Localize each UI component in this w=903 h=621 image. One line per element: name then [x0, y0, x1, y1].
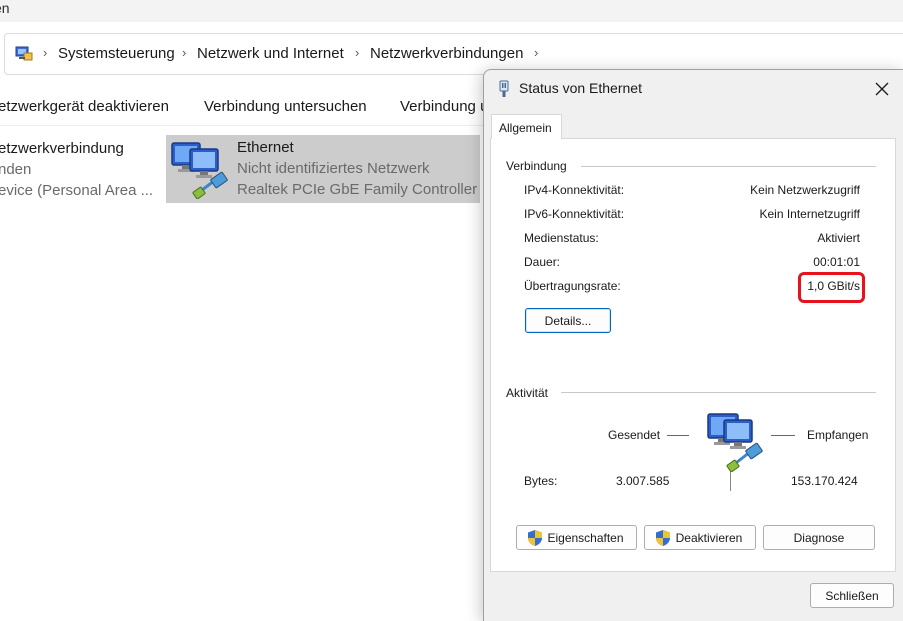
group-divider [581, 166, 876, 167]
bytes-sent-value: 3.007.585 [616, 474, 670, 488]
breadcrumb-netzwerk-und-internet[interactable]: Netzwerk und Internet [197, 45, 344, 62]
title-strip-text: en [0, 0, 10, 16]
network-activity-icon [702, 408, 768, 473]
disable-button[interactable]: Deaktivieren [644, 525, 756, 550]
dialog-title: Status von Ethernet [519, 80, 642, 96]
ethernet-network-status: Nicht identifiziertes Netzwerk [237, 160, 430, 177]
sent-label: Gesendet [608, 428, 661, 442]
speed-highlight-box [798, 272, 865, 303]
sent-line [667, 435, 689, 436]
ethernet-adapter-name: Realtek PCIe GbE Family Controller [237, 181, 478, 198]
command-connection-more[interactable]: Verbindung u [400, 98, 488, 115]
speed-label: Übertragungsrate: [524, 279, 621, 293]
properties-label: Eigenschaften [547, 531, 624, 545]
ethernet-name: Ethernet [237, 139, 294, 156]
duration-label: Dauer: [524, 255, 561, 269]
properties-button[interactable]: Eigenschaften [516, 525, 637, 550]
network-connection-icon [496, 80, 512, 98]
connection-device: evice (Personal Area ... [0, 182, 154, 199]
connection-item-ethernet[interactable]: Ethernet Nicht identifiziertes Netzwerk … [166, 135, 480, 203]
connection-name: etzwerkverbindung [0, 140, 124, 157]
chevron-right-icon[interactable]: › [43, 45, 47, 60]
command-diagnose-connection[interactable]: Verbindung untersuchen [204, 98, 367, 115]
control-panel-icon [15, 44, 33, 62]
bytes-divider [730, 471, 731, 491]
media-status-value: Aktiviert [817, 231, 860, 245]
tab-panel-general: Verbindung IPv4-Konnektivität: Kein Netz… [490, 138, 896, 572]
details-button[interactable]: Details... [525, 308, 611, 333]
uac-shield-icon [655, 529, 671, 547]
media-status-label: Medienstatus: [524, 231, 599, 245]
title-strip: en [0, 0, 903, 22]
command-disable-device[interactable]: etzwerkgerät deaktivieren [0, 98, 169, 115]
ipv4-label: IPv4-Konnektivität: [524, 183, 625, 197]
group-label-connection: Verbindung [506, 159, 567, 173]
ethernet-status-dialog: Status von Ethernet Allgemein Verbindung… [483, 69, 903, 621]
diagnose-button[interactable]: Diagnose [763, 525, 875, 550]
chevron-right-icon[interactable]: › [182, 45, 186, 60]
connection-status: nden [0, 161, 32, 178]
chevron-right-icon[interactable]: › [534, 45, 538, 60]
tab-allgemein[interactable]: Allgemein [491, 114, 562, 139]
breadcrumb-netzwerkverbindungen[interactable]: Netzwerkverbindungen [370, 45, 523, 62]
chevron-right-icon[interactable]: › [355, 45, 359, 60]
uac-shield-icon [527, 529, 543, 547]
group-label-activity: Aktivität [506, 386, 549, 400]
bytes-received-value: 153.170.424 [791, 474, 858, 488]
network-adapter-icon [170, 139, 232, 200]
close-dialog-button[interactable]: Schließen [810, 583, 894, 608]
ipv6-label: IPv6-Konnektivität: [524, 207, 625, 221]
duration-value: 00:01:01 [813, 255, 860, 269]
group-divider [561, 392, 876, 393]
received-line [771, 435, 795, 436]
breadcrumb-systemsteuerung[interactable]: Systemsteuerung [58, 45, 175, 62]
ipv4-value: Kein Netzwerkzugriff [750, 183, 860, 197]
close-button[interactable] [864, 77, 900, 101]
ipv6-value: Kein Internetzugriff [759, 207, 860, 221]
received-label: Empfangen [807, 428, 869, 442]
disable-label: Deaktivieren [675, 531, 743, 545]
bytes-label: Bytes: [524, 474, 558, 488]
close-icon [875, 82, 889, 96]
